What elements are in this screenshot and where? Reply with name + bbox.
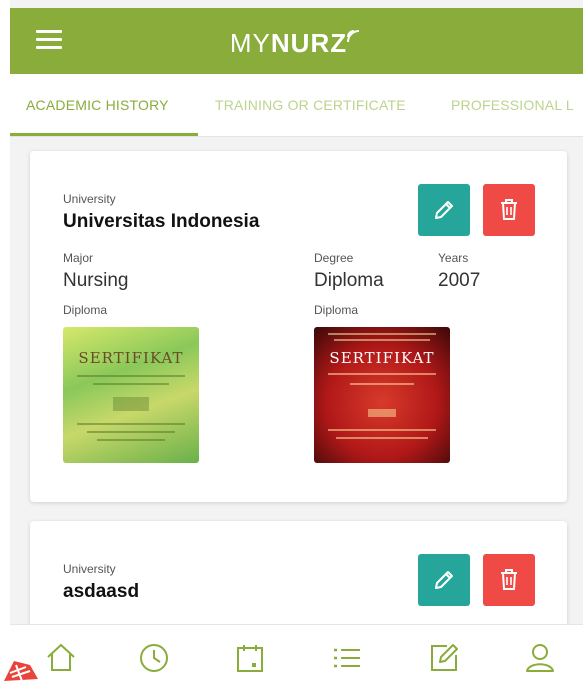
home-icon[interactable] — [44, 641, 78, 675]
left-frame-strip — [0, 0, 10, 686]
university-label: University — [63, 192, 116, 206]
brand-bold: NURZ — [270, 28, 348, 58]
university-name: asdaasd — [63, 581, 140, 602]
major-value: Nursing — [63, 270, 129, 291]
app-screen: MYNURZ ACADEMIC HISTORY TRAINING OR CERT… — [10, 0, 583, 686]
overlay-logo-icon — [0, 655, 45, 686]
edit-note-icon[interactable] — [427, 641, 461, 675]
trash-icon — [501, 199, 517, 220]
tab-academic-history[interactable]: ACADEMIC HISTORY — [26, 97, 169, 113]
university-label: University — [63, 562, 116, 576]
bottom-navigation — [10, 624, 583, 686]
years-label: Years — [438, 251, 469, 265]
diploma-image-2[interactable]: SERTIFIKAT — [314, 327, 450, 463]
top-app-bar: MYNURZ — [10, 8, 583, 74]
diploma-label-1: Diploma — [63, 303, 108, 317]
tab-training-certificate[interactable]: TRAINING OR CERTIFICATE — [215, 97, 406, 113]
edit-button[interactable] — [418, 554, 470, 606]
active-tab-indicator — [10, 133, 198, 136]
pencil-icon — [435, 571, 453, 589]
pencil-icon — [435, 201, 453, 219]
degree-label: Degree — [314, 251, 354, 265]
list-icon[interactable] — [330, 641, 364, 675]
university-name: Universitas Indonesia — [63, 211, 260, 232]
signal-waves-icon — [347, 30, 360, 43]
diploma-image-1[interactable]: SERTIFIKAT — [63, 327, 199, 463]
clock-icon[interactable] — [137, 641, 171, 675]
trash-icon — [501, 569, 517, 590]
degree-value: Diploma — [314, 270, 384, 291]
years-value: 2007 — [438, 270, 481, 291]
delete-button[interactable] — [483, 554, 535, 606]
academic-record-card: University Universitas Indonesia Major N… — [30, 151, 567, 502]
tab-professional[interactable]: PROFESSIONAL L — [451, 97, 574, 113]
delete-button[interactable] — [483, 184, 535, 236]
certificate-title-1: SERTIFIKAT — [78, 349, 184, 367]
certificate-title-2: SERTIFIKAT — [329, 349, 435, 367]
calendar-icon[interactable] — [233, 641, 267, 675]
app-logo: MYNURZ — [10, 28, 583, 59]
user-icon[interactable] — [523, 641, 557, 675]
edit-button[interactable] — [418, 184, 470, 236]
major-label: Major — [63, 251, 94, 265]
brand-light: MY — [229, 28, 271, 58]
tab-bar: ACADEMIC HISTORY TRAINING OR CERTIFICATE… — [10, 74, 583, 137]
diploma-label-2: Diploma — [314, 303, 359, 317]
